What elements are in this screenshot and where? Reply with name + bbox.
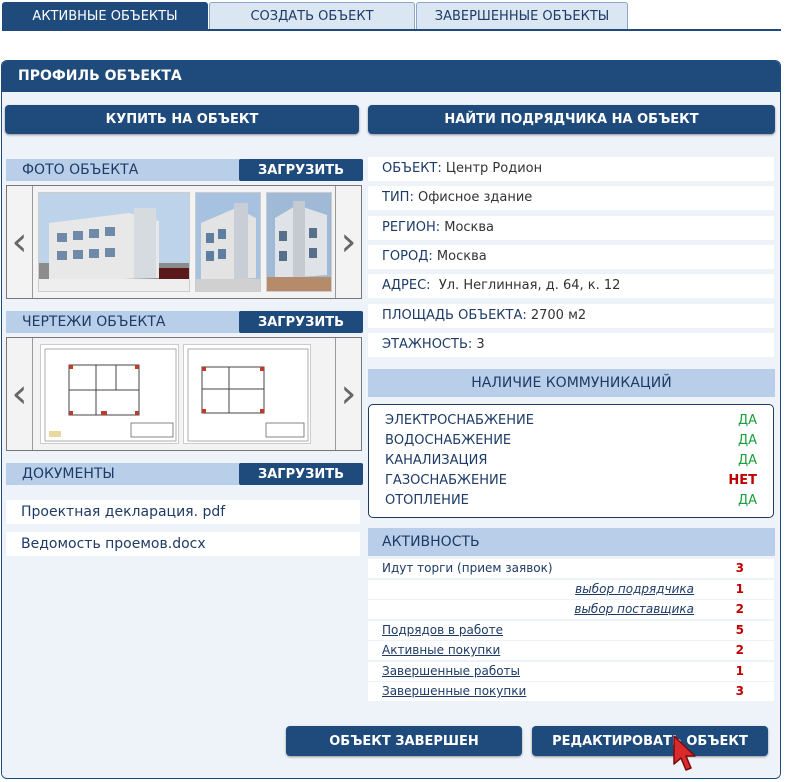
info-key: ЭТАЖНОСТЬ:	[382, 337, 473, 352]
info-key: РЕГИОН:	[382, 220, 441, 235]
activity-row: выбор поставщика 2	[368, 600, 774, 619]
activity-count: 3	[735, 684, 744, 698]
info-row-object: ОБЪЕКТ: Центр Родион	[368, 157, 774, 181]
communication-name: ВОДОСНАБЖЕНИЕ	[385, 433, 512, 448]
documents-upload-button[interactable]: ЗАГРУЗИТЬ	[239, 463, 363, 485]
communication-name: ЭЛЕКТРОСНАБЖЕНИЕ	[385, 413, 534, 428]
info-row-area: ПЛОЩАДЬ ОБЪЕКТА: 2700 м2	[368, 304, 774, 328]
gallery-next-arrow-icon[interactable]: ›	[335, 186, 361, 298]
activity-link-contractor-selection[interactable]: выбор подрядчика	[575, 580, 694, 599]
document-link[interactable]: Проектная декларация. pdf	[6, 500, 360, 524]
info-row-region: РЕГИОН: Москва	[368, 216, 774, 240]
activity-link-completed-purchases[interactable]: Завершенные покупки	[382, 682, 526, 701]
communication-status: НЕТ	[728, 473, 757, 488]
info-value: Офисное здание	[413, 190, 533, 205]
activity-row: Активные покупки 2	[368, 641, 774, 660]
drawings-gallery: ‹ ›	[6, 337, 362, 451]
activity-link-active-purchases[interactable]: Активные покупки	[382, 641, 500, 660]
edit-object-button[interactable]: РЕДАКТИРОВАТЬ ОБЪЕКТ	[532, 726, 768, 756]
info-value: Москва	[440, 220, 495, 235]
activity-row: выбор подрядчика 1	[368, 580, 774, 599]
activity-label: Идут торги (прием заявок)	[382, 561, 553, 575]
communication-status: ДА	[737, 453, 757, 468]
tab-completed-objects[interactable]: ЗАВЕРШЕННЫЕ ОБЪЕКТЫ	[416, 2, 628, 30]
drawing-thumbnail[interactable]	[183, 344, 311, 444]
activity-count: 2	[735, 643, 744, 657]
info-value: 3	[472, 337, 485, 352]
drawings-prev-arrow-icon[interactable]: ‹	[7, 338, 33, 450]
activity-count: 1	[735, 582, 744, 596]
object-completed-button[interactable]: ОБЪЕКТ ЗАВЕРШЕН	[286, 726, 522, 756]
activity-row: Идут торги (прием заявок) 3	[368, 559, 774, 578]
activity-row: Завершенные работы 1	[368, 662, 774, 681]
communications-box: ЭЛЕКТРОСНАБЖЕНИЕ ДА ВОДОСНАБЖЕНИЕ ДА КАНАЛ…	[368, 404, 774, 518]
photos-upload-button[interactable]: ЗАГРУЗИТЬ	[239, 159, 363, 181]
activity-row: Завершенные покупки 3	[368, 682, 774, 701]
photo-thumbnail[interactable]	[38, 192, 190, 292]
activity-count: 1	[735, 664, 744, 678]
communication-row-gas: ГАЗОСНАБЖЕНИЕ НЕТ	[385, 471, 757, 491]
photo-thumbnail[interactable]	[195, 192, 261, 292]
communication-row-heating: ОТОПЛЕНИЕ ДА	[385, 491, 757, 511]
info-key: ОБЪЕКТ:	[382, 161, 442, 176]
info-value: Ул. Неглинная, д. 64, к. 12	[430, 278, 621, 293]
info-value: Москва	[432, 249, 487, 264]
activity-count: 2	[735, 602, 744, 616]
info-key: ТИП:	[382, 190, 414, 205]
communication-name: ОТОПЛЕНИЕ	[385, 493, 469, 508]
info-row-type: ТИП: Офисное здание	[368, 186, 774, 210]
activity-count: 3	[735, 561, 744, 575]
info-key: ГОРОД:	[382, 249, 433, 264]
communications-title: НАЛИЧИЕ КОММУНИКАЦИЙ	[368, 369, 775, 397]
find-contractor-button[interactable]: НАЙТИ ПОДРЯДЧИКА НА ОБЪЕКТ	[368, 105, 775, 134]
info-row-city: ГОРОД: Москва	[368, 245, 774, 269]
tab-bar: АКТИВНЫЕ ОБЪЕКТЫ СОЗДАТЬ ОБЪЕКТ ЗАВЕРШЕН…	[2, 2, 629, 30]
communication-name: КАНАЛИЗАЦИЯ	[385, 453, 488, 468]
communication-name: ГАЗОСНАБЖЕНИЕ	[385, 473, 507, 488]
activity-count: 5	[735, 623, 744, 637]
photo-gallery: ‹ ›	[6, 185, 362, 299]
gallery-prev-arrow-icon[interactable]: ‹	[7, 186, 33, 298]
communication-status: ДА	[737, 433, 757, 448]
tab-active-objects[interactable]: АКТИВНЫЕ ОБЪЕКТЫ	[2, 2, 208, 30]
communication-status: ДА	[737, 493, 757, 508]
communication-row-sewerage: КАНАЛИЗАЦИЯ ДА	[385, 451, 757, 471]
buy-for-object-button[interactable]: КУПИТЬ НА ОБЪЕКТ	[5, 105, 359, 134]
communication-status: ДА	[737, 413, 757, 428]
mouse-cursor-icon	[668, 732, 702, 780]
communication-row-electricity: ЭЛЕКТРОСНАБЖЕНИЕ ДА	[385, 411, 757, 431]
tab-underline	[2, 29, 781, 31]
activity-title: АКТИВНОСТЬ	[368, 528, 775, 556]
activity-link-contracts-in-work[interactable]: Подрядов в работе	[382, 621, 503, 640]
panel-title: ПРОФИЛЬ ОБЪЕКТА	[2, 61, 780, 92]
document-link[interactable]: Ведомость проемов.docx	[6, 532, 360, 556]
photo-thumbnail[interactable]	[266, 192, 332, 292]
activity-link-supplier-selection[interactable]: выбор поставщика	[574, 600, 694, 619]
drawings-upload-button[interactable]: ЗАГРУЗИТЬ	[239, 311, 363, 333]
info-key: АДРЕС:	[382, 278, 431, 293]
activity-row: Подрядов в работе 5	[368, 621, 774, 640]
info-row-address: АДРЕС: Ул. Неглинная, д. 64, к. 12	[368, 274, 774, 298]
info-value: Центр Родион	[441, 161, 543, 176]
info-key: ПЛОЩАДЬ ОБЪЕКТА:	[382, 308, 527, 323]
tab-create-object[interactable]: СОЗДАТЬ ОБЪЕКТ	[209, 2, 415, 30]
communication-row-water: ВОДОСНАБЖЕНИЕ ДА	[385, 431, 757, 451]
info-row-floors: ЭТАЖНОСТЬ: 3	[368, 333, 774, 357]
info-value: 2700 м2	[526, 308, 587, 323]
activity-link-completed-works[interactable]: Завершенные работы	[382, 662, 520, 681]
drawings-next-arrow-icon[interactable]: ›	[335, 338, 361, 450]
drawing-thumbnail[interactable]	[40, 344, 179, 444]
